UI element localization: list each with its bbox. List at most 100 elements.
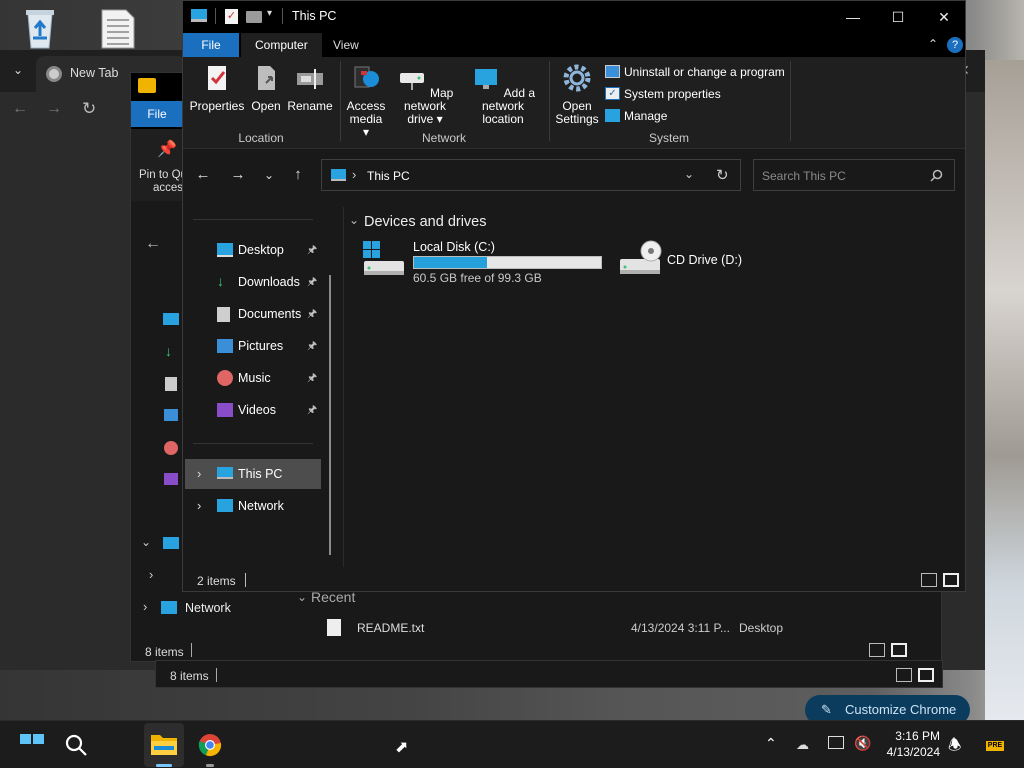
collapse-ribbon-icon[interactable]: ⌃ <box>928 37 938 51</box>
background-back-icon[interactable]: ← <box>145 235 161 253</box>
nav-item-this-pc[interactable]: › This PC <box>185 459 321 489</box>
recycle-bin-icon[interactable] <box>18 6 62 50</box>
refresh-icon[interactable]: ↻ <box>716 166 729 184</box>
notification-bell-icon[interactable]: 🕭 <box>948 735 961 760</box>
start-button[interactable] <box>20 734 46 756</box>
close-button[interactable]: ✕ <box>921 1 965 33</box>
tab-view[interactable]: View <box>319 33 373 57</box>
map-network-drive-button[interactable]: Map network drive ▾ <box>389 63 461 126</box>
new-folder-qat-icon[interactable] <box>246 11 262 23</box>
qat-dropdown-icon[interactable]: ▾ <box>267 8 272 19</box>
nav-item-desktop[interactable]: Desktop 🖈 <box>193 235 321 265</box>
system-properties-link[interactable]: ✓ System properties <box>605 85 795 105</box>
pin-icon[interactable]: 🖈 <box>307 299 317 329</box>
system-properties-label: System properties <box>624 87 721 101</box>
group-title[interactable]: Devices and drives <box>364 214 487 230</box>
show-hidden-icons-icon[interactable]: ⌃ <box>765 735 777 752</box>
collapse-group-icon[interactable]: ⌄ <box>349 213 359 227</box>
address-bar[interactable]: › This PC ⌄ ↻ <box>321 159 741 191</box>
search-icon[interactable] <box>64 733 88 757</box>
rename-button[interactable]: Rename <box>287 63 333 113</box>
recent-file-row[interactable]: README.txt 4/13/2024 3:11 P... Desktop <box>319 617 919 639</box>
drive-d[interactable]: CD Drive (D:) <box>617 237 767 281</box>
ribbon-separator <box>549 61 550 141</box>
search-input[interactable]: Search This PC <box>762 169 846 183</box>
large-icons-view-icon[interactable] <box>891 643 907 657</box>
tab-computer[interactable]: Computer <box>241 33 322 57</box>
taskbar-chrome[interactable] <box>192 723 228 767</box>
back-button[interactable]: ← <box>191 163 215 187</box>
uninstall-program-link[interactable]: Uninstall or change a program <box>605 63 795 83</box>
recent-locations-button[interactable]: ⌄ <box>257 163 281 187</box>
details-view-icon[interactable] <box>896 668 912 682</box>
pin-icon[interactable]: 🖈 <box>307 235 317 265</box>
nav-item-documents[interactable]: Documents 🖈 <box>193 299 321 329</box>
tab-file[interactable]: File <box>183 33 239 57</box>
pin-icon[interactable]: 🖈 <box>307 363 317 393</box>
properties-button[interactable]: Properties <box>189 63 245 113</box>
minimize-button[interactable]: — <box>830 1 876 33</box>
add-network-location-button[interactable]: Add a network location <box>463 63 543 126</box>
drive-c[interactable]: Local Disk (C:) 60.5 GB free of 99.3 GB <box>361 237 607 287</box>
expand-chevron-icon[interactable]: › <box>197 466 201 481</box>
text-file-icon[interactable] <box>96 6 140 50</box>
nav-downloads-label: Downloads <box>238 275 300 289</box>
maximize-button[interactable]: ☐ <box>875 1 921 33</box>
details-view-icon[interactable] <box>869 643 885 657</box>
nav-videos-label: Videos <box>238 403 276 417</box>
desktop-icon <box>163 313 179 325</box>
documents-icon <box>165 377 177 391</box>
nav-item-music[interactable]: Music 🖈 <box>193 363 321 393</box>
pin-icon[interactable]: 🖈 <box>307 267 317 297</box>
chrome-reload-icon[interactable]: ↻ <box>82 99 96 119</box>
onedrive-icon[interactable]: ☁ <box>796 737 809 753</box>
breadcrumb-separator-icon[interactable]: › <box>352 167 356 182</box>
background-file-tab[interactable]: File <box>131 101 183 127</box>
tab-search-icon[interactable]: ⌄ <box>8 60 28 80</box>
pin-icon[interactable]: 🖈 <box>307 395 317 425</box>
volume-muted-icon[interactable]: 🔇 <box>854 735 871 752</box>
large-icons-view-icon[interactable] <box>943 573 959 587</box>
chrome-forward-icon[interactable]: → <box>46 100 62 118</box>
manage-link[interactable]: Manage <box>605 107 795 127</box>
properties-qat-icon[interactable]: ✓ <box>225 9 238 24</box>
expand-chevron-icon[interactable]: › <box>149 567 153 582</box>
address-dropdown-icon[interactable]: ⌄ <box>684 167 694 181</box>
details-view-icon[interactable] <box>921 573 937 587</box>
open-button[interactable]: Open <box>247 63 285 113</box>
taskbar-file-explorer[interactable] <box>144 723 184 767</box>
large-icons-view-icon[interactable] <box>918 668 934 682</box>
preview-badge-icon: PRE <box>986 741 1004 751</box>
open-settings-label-2: Settings <box>555 112 599 126</box>
open-settings-button[interactable]: Open Settings <box>553 63 601 126</box>
forward-button[interactable]: → <box>226 163 250 187</box>
background-network-label[interactable]: Network <box>185 601 231 615</box>
nav-item-pictures[interactable]: Pictures 🖈 <box>193 331 321 361</box>
collapse-icon[interactable]: ⌄ <box>297 590 307 604</box>
nav-this-pc-label: This PC <box>238 467 283 481</box>
expand-chevron-icon[interactable]: › <box>143 599 147 614</box>
pin-icon: 📌 <box>157 141 177 158</box>
nav-scrollbar[interactable] <box>329 275 331 555</box>
search-box[interactable]: Search This PC <box>753 159 955 191</box>
open-settings-label-1: Open <box>562 99 592 113</box>
expand-chevron-icon[interactable]: › <box>197 498 201 513</box>
map-drive-label-2: drive ▾ <box>407 112 443 126</box>
clock-time[interactable]: 3:16 PM <box>884 729 940 743</box>
help-icon[interactable]: ? <box>947 37 963 53</box>
pin-icon[interactable]: 🖈 <box>307 331 317 361</box>
nav-item-videos[interactable]: Videos 🖈 <box>193 395 321 425</box>
breadcrumb-this-pc[interactable]: This PC <box>367 169 410 183</box>
nav-item-network[interactable]: › Network <box>185 491 321 521</box>
expand-chevron-icon[interactable]: ⌄ <box>141 535 151 549</box>
access-media-button[interactable]: Access media ▾ <box>345 63 387 139</box>
chrome-back-icon[interactable]: ← <box>12 100 28 118</box>
videos-icon <box>217 403 233 417</box>
up-button[interactable]: ↑ <box>286 163 310 187</box>
nav-desktop-label: Desktop <box>238 243 284 257</box>
clock-date[interactable]: 4/13/2024 <box>884 745 940 759</box>
nav-item-downloads[interactable]: ↓ Downloads 🖈 <box>193 267 321 297</box>
network-status-icon[interactable] <box>828 736 844 749</box>
third-explorer-statusbar: 8 items <box>155 660 943 688</box>
status-divider <box>216 668 217 682</box>
